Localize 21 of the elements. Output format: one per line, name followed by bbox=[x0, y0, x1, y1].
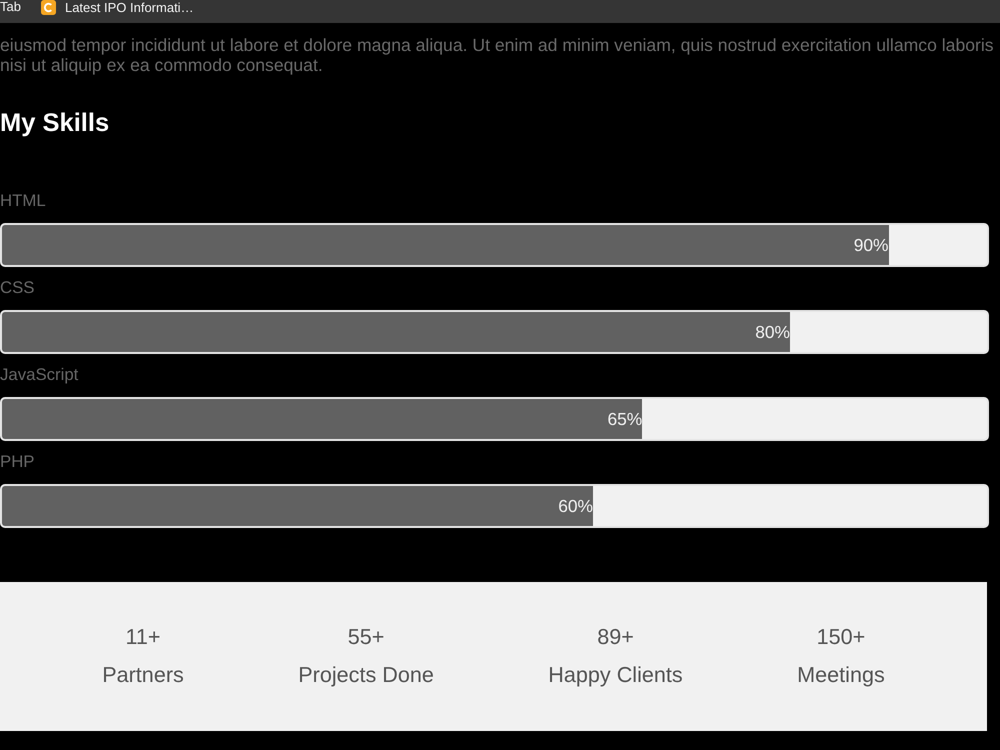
percent-label: 80% bbox=[755, 322, 790, 342]
stat-label: Happy Clients bbox=[548, 663, 683, 687]
stat-number: 89+ bbox=[597, 625, 634, 649]
percent-label: 90% bbox=[854, 235, 888, 255]
skill-label: JavaScript bbox=[0, 365, 80, 385]
stat-number: 150+ bbox=[816, 625, 866, 649]
percent-label: 65% bbox=[607, 409, 642, 429]
bookmark-link[interactable]: Latest IPO Informati… bbox=[40, 0, 194, 15]
intro-paragraph: eiusmod tempor incididunt ut labore et dolore magna aliqua. Ut enim ad minim veniam, quis nostrud exercitation ullamco laboris nisi ut aliquip ex ea commodo consequat. bbox=[0, 35, 995, 75]
stat-label: Partners bbox=[102, 663, 184, 687]
skill-label: HTML bbox=[0, 191, 47, 211]
section-heading: My Skills bbox=[0, 108, 110, 138]
skill-label: PHP bbox=[0, 452, 36, 472]
stat-number: 11+ bbox=[125, 625, 161, 649]
percent-label: 60% bbox=[558, 496, 593, 516]
bookmark-link[interactable]: Tab bbox=[0, 0, 21, 14]
stat-number: 55+ bbox=[348, 625, 384, 649]
stat-label: Meetings bbox=[797, 663, 885, 687]
stat-label: Projects Done bbox=[298, 663, 434, 687]
bookmark-favicon-icon bbox=[40, 0, 56, 15]
skill-label: CSS bbox=[0, 278, 36, 298]
